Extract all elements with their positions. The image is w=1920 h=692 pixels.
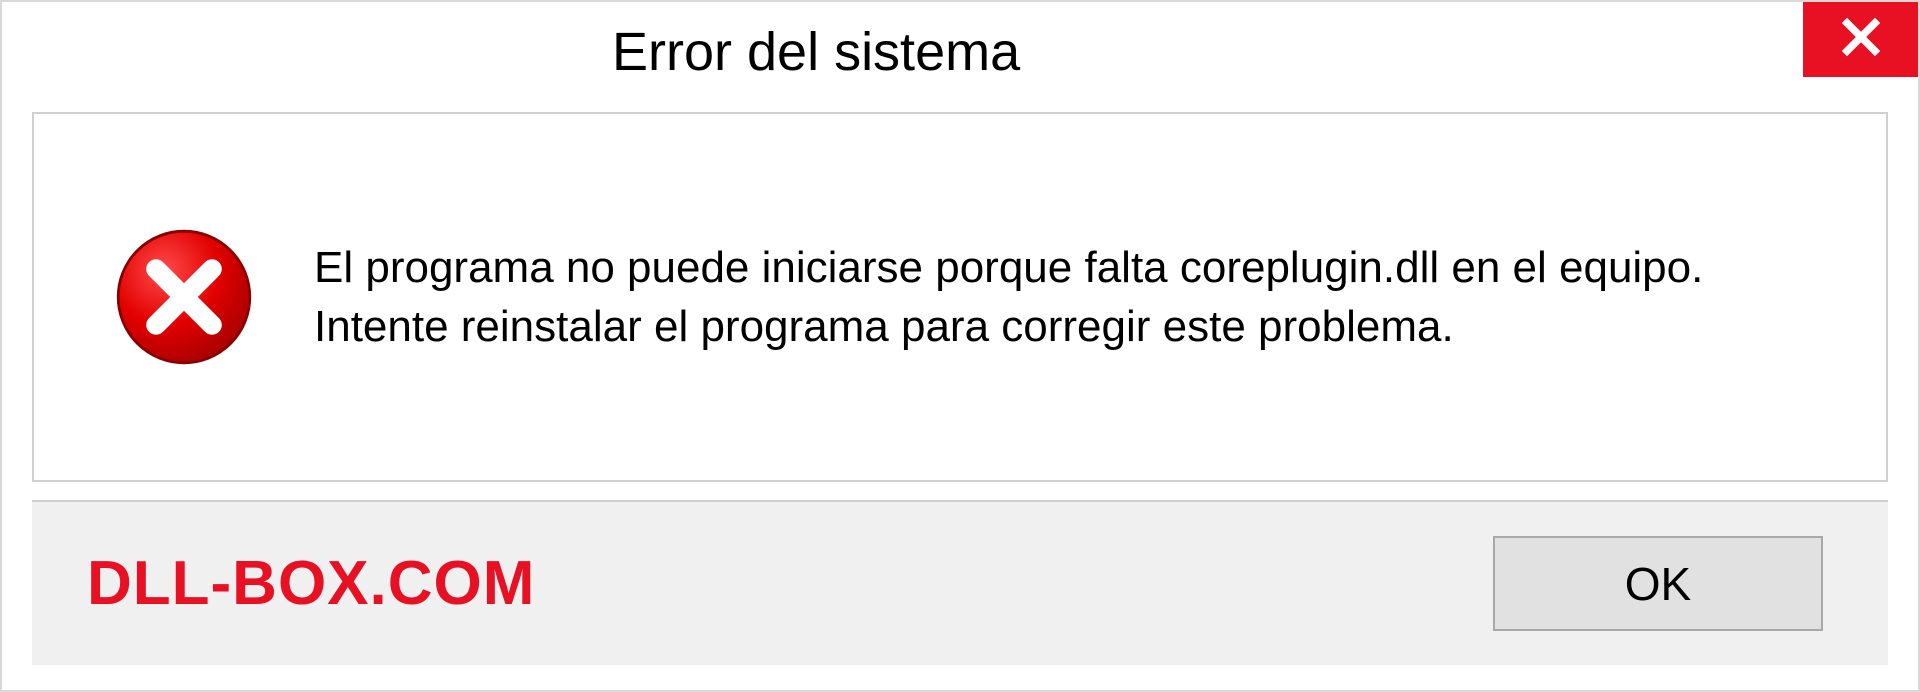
content-panel: El programa no puede iniciarse porque fa… [32,112,1888,482]
footer: DLL-BOX.COM OK [32,500,1888,665]
ok-button-label: OK [1625,557,1691,611]
error-icon [114,227,254,367]
error-message-line1: El programa no puede iniciarse porque fa… [314,238,1703,297]
error-dialog: Error del sistema [0,0,1920,692]
watermark-text: DLL-BOX.COM [87,548,535,619]
ok-button[interactable]: OK [1493,536,1823,631]
error-message-line2: Intente reinstalar el programa para corr… [314,297,1703,356]
error-message: El programa no puede iniciarse porque fa… [314,238,1703,357]
titlebar: Error del sistema [2,2,1918,102]
dialog-title: Error del sistema [612,21,1020,83]
close-button[interactable] [1803,2,1918,77]
close-icon [1840,16,1882,63]
